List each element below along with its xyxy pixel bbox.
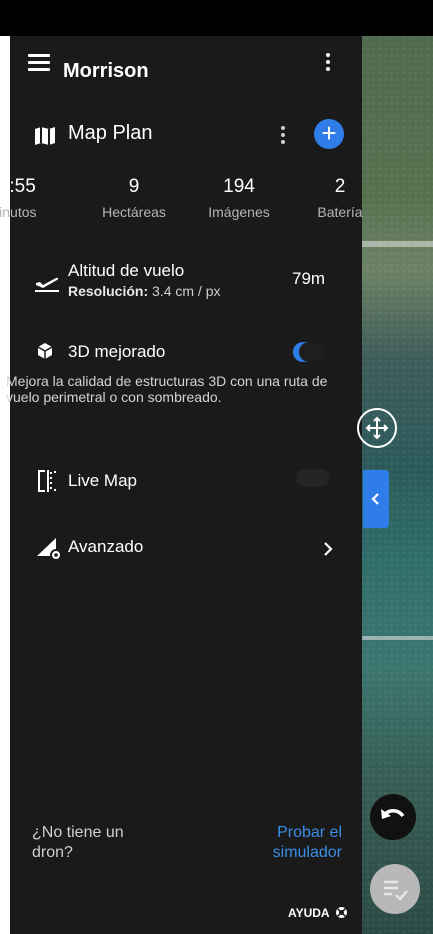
plan-title: Map Plan — [68, 122, 153, 144]
advanced-title: Avanzado — [68, 537, 144, 556]
live-map-toggle[interactable] — [296, 469, 330, 487]
stat-hectares: 9 Hectáreas — [89, 176, 179, 220]
no-drone-question: ¿No tiene un dron? — [32, 824, 124, 861]
stat-battery: 2 Batería — [295, 176, 385, 220]
help-label: AYUDA — [288, 906, 330, 920]
header-more-icon[interactable] — [325, 53, 331, 74]
stat-value: 194 — [223, 176, 255, 197]
enhanced-3d-description: Mejora la calidad de estructuras 3D con … — [6, 373, 328, 405]
undo-button[interactable] — [370, 794, 416, 840]
move-icon — [365, 416, 389, 440]
stat-label: Hectáreas — [102, 204, 166, 220]
stat-label: Minutos — [0, 204, 37, 220]
altitude-value[interactable]: 79m — [292, 269, 325, 289]
stat-value: 18:55 — [0, 176, 36, 197]
enhanced-3d-toggle[interactable] — [285, 341, 329, 363]
map-road — [360, 636, 433, 640]
chevron-left-icon — [371, 493, 379, 505]
move-map-button[interactable] — [357, 408, 397, 448]
stat-value: 9 — [128, 176, 140, 197]
undo-icon — [381, 809, 405, 819]
airplane-takeoff-icon — [35, 277, 59, 292]
chevron-right-icon[interactable] — [322, 541, 334, 557]
stat-label: Batería — [317, 204, 363, 220]
stat-images: 194 Imágenes — [194, 176, 284, 220]
panel-edge — [0, 36, 10, 934]
checklist-icon — [384, 880, 408, 901]
stat-label: Imágenes — [208, 204, 270, 220]
help-button[interactable]: AYUDA — [288, 906, 348, 920]
map-road — [360, 241, 433, 247]
altitude-title: Altitud de vuelo — [68, 261, 185, 280]
cube-icon — [37, 343, 53, 359]
map-icon — [35, 127, 55, 145]
collapse-panel-button[interactable] — [363, 470, 389, 528]
page-title: Morrison — [63, 60, 149, 82]
stat-value: 2 — [334, 176, 346, 197]
altitude-resolution: Resolución: 3.4 cm / px — [68, 283, 221, 299]
stat-minutes: 18:55 Minutos — [0, 176, 57, 220]
advanced-settings-icon — [37, 538, 62, 561]
live-map-icon — [38, 470, 56, 492]
live-map-title: Live Map — [68, 471, 137, 490]
enhanced-3d-title: 3D mejorado — [68, 342, 166, 361]
flight-plan-panel: Morrison Map Plan + 18:55 Minutos 9 Hect… — [0, 36, 363, 934]
checklist-button[interactable] — [370, 864, 420, 914]
status-bar — [0, 0, 433, 36]
menu-icon[interactable] — [28, 54, 50, 72]
add-plan-button[interactable]: + — [314, 119, 344, 149]
plan-more-icon[interactable] — [280, 126, 286, 147]
lifebuoy-icon — [336, 907, 348, 918]
simulator-link[interactable]: Probar el simulador — [242, 823, 342, 863]
